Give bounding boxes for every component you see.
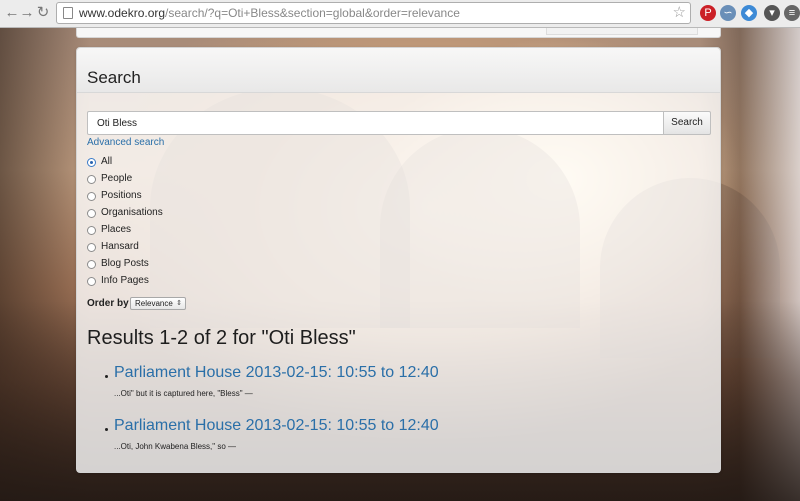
order-by-value: Relevance	[135, 299, 173, 308]
radio-button[interactable]	[87, 158, 96, 167]
radio-label: People	[101, 173, 133, 184]
radio-button[interactable]	[87, 260, 96, 269]
radio-button[interactable]	[87, 243, 96, 252]
search-panel: Search Search Advanced search All People P…	[76, 47, 721, 473]
pinterest-icon[interactable]: P	[700, 5, 716, 21]
url-host: www.odekro.org	[79, 6, 166, 20]
browser-toolbar: ← → ↻ www.odekro.org/search/?q=Oti+Bless…	[0, 0, 800, 28]
advanced-search-link[interactable]: Advanced search	[87, 137, 164, 148]
radio-button[interactable]	[87, 209, 96, 218]
radio-label: Hansard	[101, 241, 139, 252]
search-input[interactable]	[87, 111, 664, 135]
layers-icon[interactable]: ◆	[741, 5, 757, 21]
radio-button[interactable]	[87, 277, 96, 286]
bullet	[105, 375, 108, 378]
page-icon	[63, 7, 73, 19]
url-path: /search/?q=Oti+Bless&section=global&orde…	[165, 6, 460, 20]
menu-icon[interactable]: ≡	[784, 5, 800, 21]
pocket-icon[interactable]: ▾	[764, 5, 780, 21]
address-bar[interactable]: www.odekro.org/search/?q=Oti+Bless&secti…	[56, 2, 691, 24]
panel-header: Search	[77, 48, 720, 93]
radio-label: All	[101, 156, 113, 167]
radio-label: Blog Posts	[101, 258, 149, 269]
bullet	[105, 428, 108, 431]
radio-label: Organisations	[101, 207, 163, 218]
select-arrows-icon: ⇕	[176, 300, 182, 307]
top-strip	[76, 28, 721, 38]
radio-button[interactable]	[87, 175, 96, 184]
result-title-link[interactable]: Parliament House 2013-02-15: 10:55 to 12…	[114, 364, 439, 382]
order-by-select[interactable]: Relevance ⇕	[130, 297, 186, 310]
radio-label: Positions	[101, 190, 142, 201]
radio-button[interactable]	[87, 192, 96, 201]
radio-label: Info Pages	[101, 275, 149, 286]
result-snippet: ...Oti, John Kwabena Bless," so —	[114, 442, 237, 451]
radio-label: Places	[101, 224, 132, 235]
page-title: Search	[87, 68, 141, 87]
bookmark-star-icon[interactable]: ☆	[673, 4, 686, 22]
address-url: www.odekro.org/search/?q=Oti+Bless&secti…	[79, 6, 460, 20]
result-snippet: ...Oti" but it is captured here, "Bless"…	[114, 389, 253, 398]
search-button[interactable]: Search	[663, 111, 711, 135]
reload-icon[interactable]: ↻	[33, 3, 53, 23]
order-by-label: Order by	[87, 298, 129, 309]
result-title-link[interactable]: Parliament House 2013-02-15: 10:55 to 12…	[114, 417, 439, 435]
wave-icon[interactable]: ∽	[720, 5, 736, 21]
radio-button[interactable]	[87, 226, 96, 235]
results-heading: Results 1-2 of 2 for "Oti Bless"	[87, 327, 356, 349]
